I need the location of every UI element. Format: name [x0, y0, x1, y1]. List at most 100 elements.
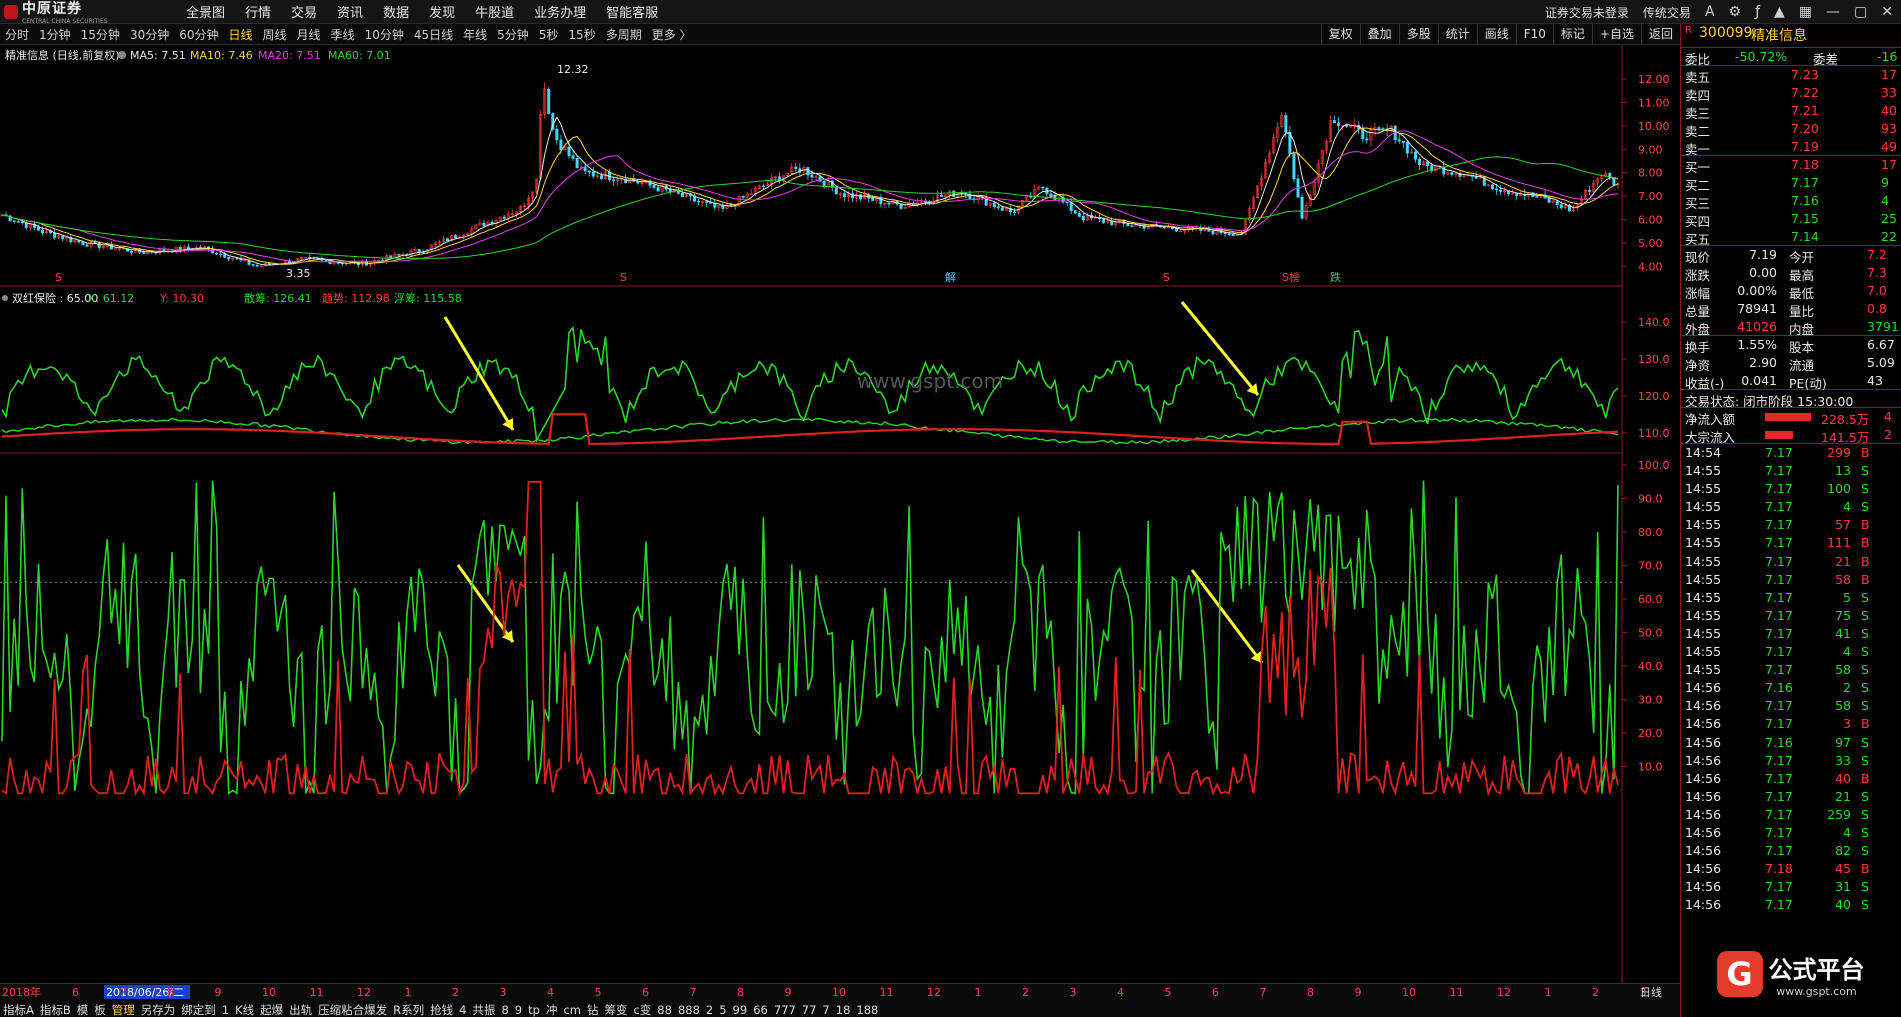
- period-tab-15[interactable]: 多周期: [601, 26, 647, 43]
- indicator-tab-20[interactable]: cm: [560, 1003, 584, 1017]
- indicator-tab-9[interactable]: 起爆: [257, 1002, 286, 1017]
- chart-tool-5[interactable]: F10: [1515, 24, 1553, 45]
- menu-niugudao[interactable]: 牛股道: [475, 2, 514, 21]
- period-tab-14[interactable]: 15秒: [563, 26, 600, 43]
- indicator-tab-2[interactable]: 模: [74, 1002, 92, 1017]
- menu-quanjingtu[interactable]: 全景图: [186, 2, 225, 21]
- indicator-tab-13[interactable]: 抢钱: [427, 1002, 456, 1017]
- indicator-tab-0[interactable]: 指标A: [0, 1002, 37, 1017]
- chart-tool-4[interactable]: 画线: [1476, 24, 1516, 45]
- classic-trade-link[interactable]: 传统交易: [1643, 4, 1691, 21]
- chart-tool-8[interactable]: 返回: [1640, 24, 1680, 45]
- timeline-month: 1: [405, 986, 412, 999]
- timeline-period[interactable]: 日线: [1640, 985, 1662, 999]
- trade-login-status[interactable]: 证券交易未登录: [1545, 4, 1629, 21]
- ma-legend-MA5: MA5: 7.51: [130, 49, 186, 62]
- candlesticks: [0, 82, 1620, 268]
- period-tab-7[interactable]: 月线: [292, 26, 326, 43]
- menu-shuju[interactable]: 数据: [383, 2, 409, 21]
- minimize-icon[interactable]: —: [1826, 4, 1840, 20]
- close-icon[interactable]: ✕: [1881, 4, 1893, 20]
- indicator-tab-17[interactable]: 9: [512, 1003, 525, 1017]
- chart-tool-6[interactable]: 标记: [1552, 24, 1592, 45]
- period-tab-9[interactable]: 10分钟: [360, 26, 409, 43]
- indicator-tab-31[interactable]: 77: [799, 1003, 820, 1017]
- indicator-tab-4[interactable]: 管理: [109, 1002, 138, 1017]
- ind2-axis-label: 40.0: [1638, 660, 1663, 673]
- period-tab-0[interactable]: 分时: [0, 26, 34, 43]
- indicator-tab-26[interactable]: 2: [703, 1003, 716, 1017]
- chart-tool-3[interactable]: 统计: [1437, 24, 1477, 45]
- indicator-tab-7[interactable]: 1: [219, 1003, 232, 1017]
- indicator-tab-14[interactable]: 4: [456, 1003, 469, 1017]
- indicator-tab-23[interactable]: c变: [630, 1002, 654, 1017]
- menu-yewubanli[interactable]: 业务办理: [534, 2, 586, 21]
- period-tab-3[interactable]: 30分钟: [125, 26, 174, 43]
- period-tab-1[interactable]: 1分钟: [34, 26, 76, 43]
- indicator-tab-22[interactable]: 筹变: [601, 1002, 630, 1017]
- indicator-tab-5[interactable]: 另存为: [138, 1002, 179, 1017]
- indicator-tab-1[interactable]: 指标B: [37, 1002, 74, 1017]
- period-tab-5[interactable]: 日线: [224, 26, 258, 43]
- formula-icon[interactable]: ƒ: [1755, 4, 1760, 20]
- chart-tool-1[interactable]: 叠加: [1359, 24, 1399, 45]
- period-tab-13[interactable]: 5秒: [534, 26, 564, 43]
- indicator-tab-28[interactable]: 99: [730, 1003, 751, 1017]
- indicator-tab-27[interactable]: 5: [716, 1003, 729, 1017]
- chart-tool-0[interactable]: 复权: [1320, 24, 1360, 45]
- ma-legend-MA60: MA60: 7.01: [328, 49, 391, 62]
- bottom-bar: 2018年 2018/06/26/二 6 7 8 9 10 11 12 1 2 3 4 5 6 7 8 9 10 11…: [0, 983, 1680, 1017]
- indicator-tab-34[interactable]: 188: [853, 1003, 881, 1017]
- menu-jiaoyi[interactable]: 交易: [291, 2, 317, 21]
- indicator-tab-32[interactable]: 7: [819, 1003, 832, 1017]
- period-tab-4[interactable]: 60分钟: [174, 26, 223, 43]
- timeline-month: 11: [1450, 986, 1464, 999]
- period-tab-11[interactable]: 年线: [458, 26, 492, 43]
- chart-tool-2[interactable]: 多股: [1398, 24, 1438, 45]
- period-tab-16[interactable]: 更多 〉: [647, 26, 697, 43]
- indicator-tab-25[interactable]: 888: [675, 1003, 703, 1017]
- indicator-tab-16[interactable]: 8: [498, 1003, 511, 1017]
- menu-faxian[interactable]: 发现: [429, 2, 455, 21]
- grid-icon[interactable]: ▦: [1799, 4, 1812, 20]
- indicator-tab-18[interactable]: tp: [525, 1003, 543, 1017]
- indicator-tab-33[interactable]: 18: [833, 1003, 854, 1017]
- shirt-icon[interactable]: ▲: [1774, 4, 1785, 20]
- indicator-tab-8[interactable]: K线: [232, 1002, 257, 1017]
- sell-level-3: 卖二 7.20 93: [1685, 121, 1897, 139]
- period-tab-10[interactable]: 45日线: [409, 26, 458, 43]
- indicator-tab-15[interactable]: 共振: [469, 1002, 498, 1017]
- indicator-tab-29[interactable]: 66: [750, 1003, 771, 1017]
- period-tab-12[interactable]: 5分钟: [492, 26, 534, 43]
- timeline-strip[interactable]: 2018年 2018/06/26/二6 7 8 9 10 11 12 1 2 3 4 5 6 7 8 9 10 11…: [0, 984, 1680, 1000]
- period-tab-6[interactable]: 周线: [258, 26, 292, 43]
- period-tab-8[interactable]: 季线: [326, 26, 360, 43]
- indicator-tab-3[interactable]: 板: [91, 1002, 109, 1017]
- indicator-tab-11[interactable]: 压缩粘合爆发: [315, 1002, 390, 1017]
- indicator-tab-19[interactable]: 冲: [543, 1002, 561, 1017]
- font-size-icon[interactable]: A: [1705, 4, 1715, 20]
- indicator-tab-6[interactable]: 绑定到: [178, 1002, 219, 1017]
- price-axis-label: 11.00: [1638, 96, 1670, 109]
- period-tab-2[interactable]: 15分钟: [76, 26, 125, 43]
- ind1-legend: 浮筹: 115.58: [394, 291, 462, 305]
- maximize-icon[interactable]: ▢: [1854, 4, 1867, 20]
- settings-icon[interactable]: ⚙: [1729, 4, 1742, 20]
- indicator-tab-10[interactable]: 出轨: [286, 1002, 315, 1017]
- chart-tool-7[interactable]: +自选: [1591, 24, 1641, 45]
- price-axis-label: 4.00: [1638, 260, 1663, 273]
- stat2-row-2: 收益(-) 0.041 PE(动) 43: [1681, 372, 1901, 391]
- indicator-tab-12[interactable]: R系列: [390, 1002, 427, 1017]
- indicator-tab-24[interactable]: 88: [654, 1003, 675, 1017]
- brand-watermark: G 公式平台 www.gspt.com: [1680, 944, 1901, 1004]
- indicator-tab-30[interactable]: 777: [771, 1003, 799, 1017]
- timeline-month: 12: [927, 986, 941, 999]
- tick-row: 14:56 7.17 40 S: [1685, 897, 1869, 913]
- chart-area[interactable]: 12.00 11.00 10.00 9.00 8.00 7.00 6.00 5.00 4.00 精…: [0, 45, 1680, 983]
- buy-level-4: 买五 7.14 22: [1681, 228, 1901, 247]
- brand-logo-icon: G: [1716, 951, 1763, 997]
- indicator-tab-21[interactable]: 钻: [584, 1002, 602, 1017]
- menu-zhinengkefu[interactable]: 智能客服: [606, 2, 658, 21]
- menu-hangqing[interactable]: 行情: [245, 2, 271, 21]
- menu-zixun[interactable]: 资讯: [337, 2, 363, 21]
